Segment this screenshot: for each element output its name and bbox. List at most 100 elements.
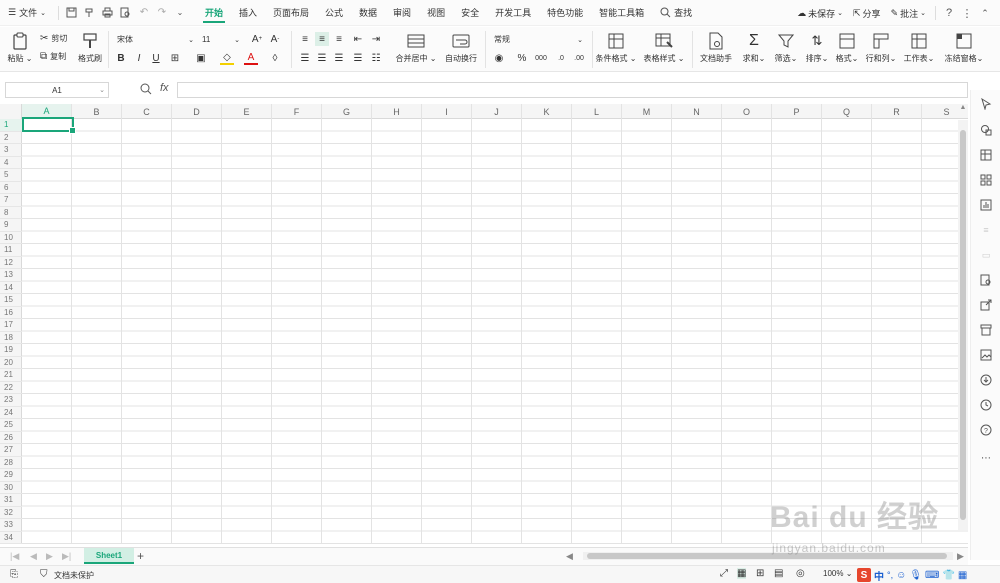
row-header[interactable]: 29	[0, 469, 22, 482]
history-icon[interactable]	[978, 397, 994, 413]
unsaved-status[interactable]: ☁ 未保存 ⌄	[792, 0, 848, 26]
tab-review[interactable]: 审阅	[385, 0, 419, 26]
sheet-tab-sheet1[interactable]: Sheet1	[84, 548, 134, 564]
row-header[interactable]: 10	[0, 232, 22, 244]
scroll-left-icon[interactable]: ◀	[566, 551, 573, 562]
row-header[interactable]: 13	[0, 269, 22, 282]
first-sheet-icon[interactable]: |◀	[10, 551, 19, 562]
cut-button[interactable]: ✂ 剪切	[40, 33, 67, 44]
horizontal-scrollbar[interactable]	[583, 552, 953, 560]
align-left-icon[interactable]: ☰	[298, 51, 312, 65]
column-header[interactable]: B	[72, 104, 122, 119]
row-header[interactable]: 1	[0, 119, 22, 132]
underline-icon[interactable]: U	[149, 51, 163, 65]
row-header[interactable]: 14	[0, 282, 22, 294]
punctuation-icon[interactable]: °,	[887, 570, 893, 580]
font-size-select[interactable]: 11 ⌄	[198, 32, 244, 47]
chart-icon[interactable]	[978, 197, 994, 213]
customize-quick-access-icon[interactable]: ⌄	[173, 6, 187, 20]
paste-button[interactable]: 粘贴 ⌄	[6, 31, 34, 64]
prev-sheet-icon[interactable]: ◀	[30, 551, 37, 562]
apps-grid-icon[interactable]	[978, 172, 994, 188]
microphone-icon[interactable]: 🎙	[909, 570, 922, 581]
doc-assistant-button[interactable]: 文档助手	[696, 31, 736, 64]
skin-icon[interactable]: 👕	[942, 570, 954, 581]
sum-button[interactable]: Σ 求和⌄	[740, 31, 768, 64]
sogou-logo[interactable]: S	[857, 568, 871, 582]
merge-center-button[interactable]: 合并居中 ⌄	[394, 31, 438, 64]
cell-style-icon[interactable]: ▣	[194, 51, 208, 65]
format-button[interactable]: 格式⌄	[833, 31, 861, 64]
align-middle-icon[interactable]: ≡	[315, 32, 329, 46]
redo-icon[interactable]: ↷	[155, 6, 169, 20]
select-all-corner[interactable]	[0, 104, 22, 119]
tab-smart-toolbox[interactable]: 智能工具箱	[591, 0, 652, 26]
column-header[interactable]: L	[572, 104, 622, 119]
zoom-search-icon[interactable]	[140, 83, 152, 95]
last-sheet-icon[interactable]: ▶|	[62, 551, 71, 562]
ime-mode[interactable]: 中	[874, 568, 884, 583]
copy-button[interactable]: ⧉ 复制	[40, 51, 66, 62]
row-header[interactable]: 4	[0, 157, 22, 169]
undo-icon[interactable]: ↶	[137, 6, 151, 20]
distribute-icon[interactable]: ☷	[369, 51, 383, 65]
table-icon[interactable]	[978, 147, 994, 163]
format-painter-button[interactable]: 格式刷	[76, 31, 104, 64]
tab-home[interactable]: 开始	[197, 0, 231, 26]
row-header[interactable]: 31	[0, 494, 22, 507]
tab-developer[interactable]: 开发工具	[487, 0, 539, 26]
next-sheet-icon[interactable]: ▶	[46, 551, 53, 562]
format-painter-quick-icon[interactable]	[83, 6, 97, 20]
tab-page-layout[interactable]: 页面布局	[265, 0, 317, 26]
formula-input[interactable]	[177, 82, 968, 98]
emoji-icon[interactable]: ☺	[896, 570, 906, 581]
function-icon[interactable]: fx	[160, 82, 169, 94]
column-header[interactable]: Q	[822, 104, 872, 119]
border-icon[interactable]: ⊞	[168, 51, 182, 65]
tab-special-features[interactable]: 特色功能	[539, 0, 591, 26]
tab-insert[interactable]: 插入	[231, 0, 265, 26]
page-layout-view-icon[interactable]: ▤	[774, 568, 783, 579]
increase-indent-icon[interactable]: ⇥	[369, 32, 383, 46]
select-cursor-icon[interactable]	[978, 96, 994, 112]
row-header[interactable]: 26	[0, 432, 22, 444]
column-header[interactable]: F	[272, 104, 322, 119]
row-header[interactable]: 8	[0, 207, 22, 219]
align-top-icon[interactable]: ≡	[298, 32, 312, 46]
file-menu[interactable]: ☰ 文件 ⌄	[0, 0, 54, 26]
toolbox-icon[interactable]: ▦	[958, 570, 967, 581]
row-header[interactable]: 20	[0, 357, 22, 369]
decrease-decimal-icon[interactable]: .00	[572, 51, 586, 65]
justify-icon[interactable]: ☰	[351, 51, 365, 65]
shapes-icon[interactable]	[978, 122, 994, 138]
backup-icon[interactable]	[978, 372, 994, 388]
row-header[interactable]: 25	[0, 419, 22, 432]
row-header[interactable]: 34	[0, 532, 22, 544]
row-header[interactable]: 3	[0, 144, 22, 157]
column-header[interactable]: E	[222, 104, 272, 119]
row-header[interactable]: 32	[0, 507, 22, 519]
scroll-right-icon[interactable]: ▶	[957, 551, 964, 562]
fullscreen-icon[interactable]: ⤢	[720, 568, 728, 579]
help-circle-icon[interactable]: ?	[978, 422, 994, 438]
more-icon[interactable]: ⋯	[978, 450, 994, 466]
currency-icon[interactable]: ◉	[492, 51, 506, 65]
row-col-button[interactable]: 行和列⌄	[864, 31, 898, 64]
increase-font-icon[interactable]: A +	[250, 32, 264, 46]
save-icon[interactable]	[65, 6, 79, 20]
normal-view-icon[interactable]: ▦	[737, 568, 747, 579]
tab-view[interactable]: 视图	[419, 0, 453, 26]
image-icon[interactable]	[978, 347, 994, 363]
fill-color-icon[interactable]: ◇	[220, 51, 234, 65]
row-header[interactable]: 27	[0, 444, 22, 457]
row-header[interactable]: 19	[0, 344, 22, 357]
row-header[interactable]: 33	[0, 519, 22, 532]
column-header[interactable]: H	[372, 104, 422, 119]
column-header[interactable]: O	[722, 104, 772, 119]
row-header[interactable]: 28	[0, 457, 22, 469]
bold-icon[interactable]: B	[114, 51, 128, 65]
add-sheet-icon[interactable]: +	[137, 549, 144, 563]
wrap-text-button[interactable]: 自动换行	[442, 31, 480, 64]
tab-data[interactable]: 数据	[351, 0, 385, 26]
scroll-up-arrow[interactable]: ▲	[958, 104, 968, 118]
